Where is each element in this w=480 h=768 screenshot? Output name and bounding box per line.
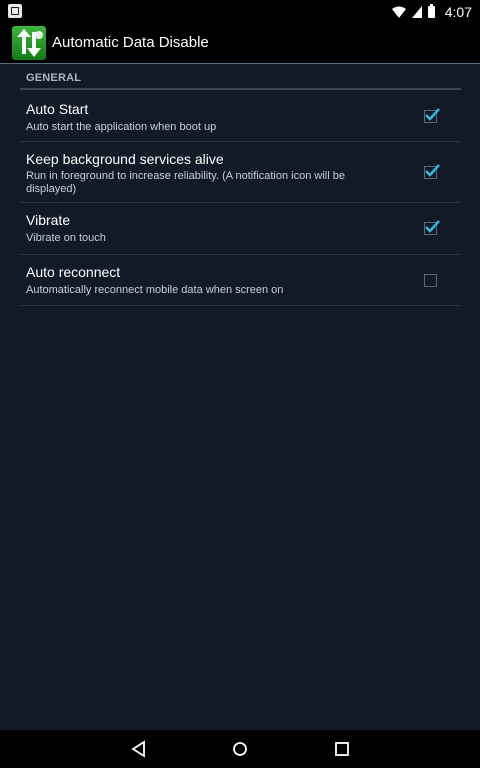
app-icon[interactable]	[12, 26, 46, 60]
action-bar: Automatic Data Disable	[0, 24, 480, 64]
section-header: GENERAL	[20, 68, 461, 90]
section-header-label: GENERAL	[26, 72, 82, 84]
screen: 4:07 Automatic Data Disable GENERAL Auto…	[0, 0, 480, 768]
status-bar: 4:07	[0, 0, 480, 24]
preferences-list: GENERAL Auto Start Auto start the applic…	[0, 64, 480, 730]
pref-auto-reconnect[interactable]: Auto reconnect Automatically reconnect m…	[20, 255, 461, 306]
pref-title: Auto reconnect	[26, 264, 121, 280]
notification-icon	[8, 4, 22, 18]
back-icon[interactable]	[129, 739, 149, 759]
signal-icon	[411, 6, 422, 18]
pref-summary: Run in foreground to increase reliabilit…	[26, 170, 345, 195]
keep-alive-checkbox[interactable]	[424, 164, 440, 179]
auto-reconnect-checkbox[interactable]	[424, 274, 437, 287]
pref-title: Keep background services alive	[26, 151, 224, 167]
pref-title: Auto Start	[26, 101, 89, 117]
pref-vibrate[interactable]: Vibrate Vibrate on touch	[20, 203, 461, 255]
status-time: 4:07	[444, 4, 472, 20]
wifi-icon	[391, 6, 406, 18]
vibrate-checkbox[interactable]	[424, 220, 440, 235]
check-icon	[425, 220, 440, 233]
battery-icon	[427, 4, 435, 18]
pref-title: Vibrate	[26, 212, 71, 228]
auto-start-checkbox[interactable]	[424, 108, 440, 123]
pref-summary: Automatically reconnect mobile data when…	[26, 284, 284, 296]
recents-icon[interactable]	[332, 739, 352, 759]
pref-summary: Auto start the application when boot up	[26, 121, 217, 133]
pref-keep-alive[interactable]: Keep background services alive Run in fo…	[20, 142, 461, 203]
app-title: Automatic Data Disable	[52, 34, 209, 51]
pref-auto-start[interactable]: Auto Start Auto start the application wh…	[20, 92, 461, 142]
nav-bar	[0, 730, 480, 768]
check-icon	[425, 108, 440, 121]
status-icons: 4:07	[391, 0, 472, 24]
pref-summary: Vibrate on touch	[26, 232, 106, 244]
home-icon[interactable]	[230, 739, 250, 759]
check-icon	[425, 164, 440, 177]
